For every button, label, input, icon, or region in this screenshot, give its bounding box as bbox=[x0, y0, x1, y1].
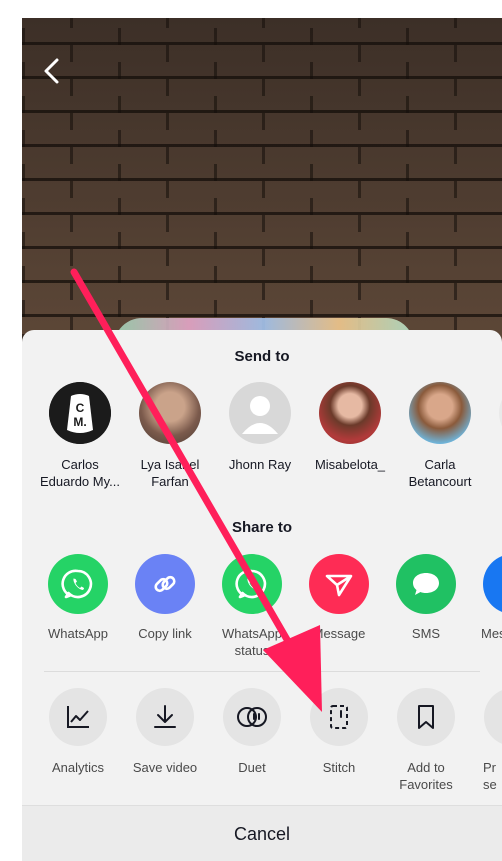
download-icon bbox=[154, 705, 176, 728]
share-whatsapp-status[interactable]: WhatsApp status bbox=[210, 554, 294, 659]
action-analytics[interactable]: Analytics bbox=[36, 688, 120, 776]
share-copy-link[interactable]: Copy link bbox=[123, 554, 207, 642]
contact-item[interactable]: Lya Isabel Farfan bbox=[125, 382, 215, 490]
share-to-title: Share to bbox=[231, 519, 292, 536]
analytics-icon bbox=[67, 706, 89, 728]
duet-icon bbox=[237, 707, 267, 727]
share-label: SMS bbox=[411, 626, 441, 641]
share-label: Copy link bbox=[138, 626, 192, 641]
share-message[interactable]: Message bbox=[297, 554, 381, 642]
send-to-title: Send to bbox=[234, 348, 290, 365]
share-label: WhatsApp status bbox=[222, 626, 282, 658]
action-label: Pr se bbox=[483, 760, 497, 792]
share-sms[interactable]: SMS bbox=[384, 554, 468, 642]
section-divider bbox=[44, 671, 480, 672]
contact-item[interactable]: Jhonn Ray bbox=[215, 382, 305, 473]
contact-name: Misabelota_ bbox=[314, 457, 386, 472]
default-avatar bbox=[229, 382, 291, 444]
contact-item[interactable]: Carla Betancourt bbox=[395, 382, 485, 490]
action-duet[interactable]: Duet bbox=[210, 688, 294, 776]
whatsapp-icon bbox=[61, 569, 93, 599]
contact-item[interactable] bbox=[485, 382, 502, 444]
bookmark-icon bbox=[418, 705, 434, 729]
share-label: WhatsApp bbox=[48, 626, 108, 641]
contact-item[interactable]: Misabelota_ bbox=[305, 382, 395, 473]
share-whatsapp[interactable]: WhatsApp bbox=[36, 554, 120, 642]
back-button[interactable] bbox=[40, 56, 64, 86]
action-add-to-favorites[interactable]: Add to Favorites bbox=[384, 688, 468, 793]
action-label: Analytics bbox=[51, 760, 105, 775]
action-stitch[interactable]: Stitch bbox=[297, 688, 381, 776]
contact-name: Lya Isabel Farfan bbox=[140, 457, 200, 489]
cm-logo-avatar: C M. bbox=[49, 382, 111, 444]
stitch-icon bbox=[330, 705, 348, 729]
share-label: Mes bbox=[481, 626, 502, 641]
action-label: Add to Favorites bbox=[399, 760, 453, 792]
link-icon bbox=[154, 575, 176, 593]
action-save-video[interactable]: Save video bbox=[123, 688, 207, 776]
photo-avatar bbox=[409, 382, 471, 444]
svg-text:M.: M. bbox=[73, 415, 86, 429]
cancel-label: Cancel bbox=[233, 824, 291, 844]
contact-name: Jhonn Ray bbox=[228, 457, 292, 472]
action-label: Save video bbox=[132, 760, 198, 775]
share-sheet: Send to C M. Carlos Eduardo My... Lya Is… bbox=[22, 330, 502, 861]
contact-name: Carla Betancourt bbox=[408, 457, 472, 489]
chat-bubble-icon bbox=[413, 573, 439, 595]
contact-name: Carlos Eduardo My... bbox=[40, 457, 120, 489]
send-icon bbox=[325, 574, 353, 597]
share-label: Message bbox=[312, 626, 366, 641]
svg-text:C: C bbox=[76, 401, 85, 415]
photo-avatar bbox=[139, 382, 201, 444]
messenger-icon bbox=[498, 569, 502, 599]
cancel-button[interactable]: Cancel bbox=[22, 805, 502, 861]
action-label: Duet bbox=[238, 760, 266, 775]
chevron-left-icon bbox=[44, 58, 59, 84]
photo-avatar bbox=[319, 382, 381, 444]
whatsapp-icon bbox=[235, 569, 267, 599]
contact-item[interactable]: C M. Carlos Eduardo My... bbox=[35, 382, 125, 490]
action-more[interactable]: Pr se bbox=[471, 688, 502, 793]
share-messenger[interactable]: Mes bbox=[471, 554, 502, 642]
action-label: Stitch bbox=[322, 760, 356, 775]
